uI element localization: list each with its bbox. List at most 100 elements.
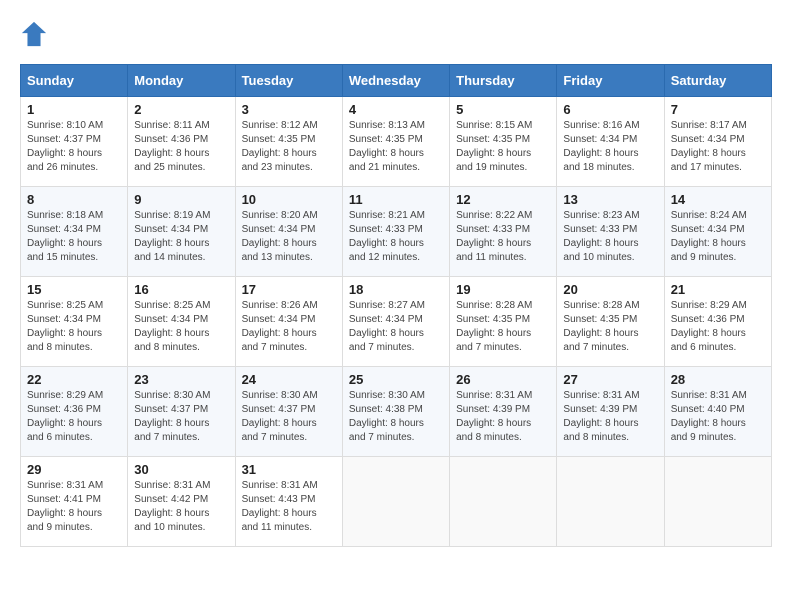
calendar-cell: 19 Sunrise: 8:28 AMSunset: 4:35 PMDaylig… xyxy=(450,277,557,367)
day-info: Sunrise: 8:16 AMSunset: 4:34 PMDaylight:… xyxy=(563,120,639,173)
day-number: 6 xyxy=(563,102,657,117)
calendar-cell: 25 Sunrise: 8:30 AMSunset: 4:38 PMDaylig… xyxy=(342,367,449,457)
day-info: Sunrise: 8:29 AMSunset: 4:36 PMDaylight:… xyxy=(27,390,103,443)
day-number: 9 xyxy=(134,192,228,207)
day-info: Sunrise: 8:21 AMSunset: 4:33 PMDaylight:… xyxy=(349,210,425,263)
day-info: Sunrise: 8:31 AMSunset: 4:39 PMDaylight:… xyxy=(563,390,639,443)
day-info: Sunrise: 8:31 AMSunset: 4:41 PMDaylight:… xyxy=(27,480,103,533)
day-info: Sunrise: 8:26 AMSunset: 4:34 PMDaylight:… xyxy=(242,300,318,353)
calendar-day-header: Friday xyxy=(557,65,664,97)
day-info: Sunrise: 8:11 AMSunset: 4:36 PMDaylight:… xyxy=(134,120,209,173)
calendar-cell: 21 Sunrise: 8:29 AMSunset: 4:36 PMDaylig… xyxy=(664,277,771,367)
day-number: 8 xyxy=(27,192,121,207)
day-info: Sunrise: 8:19 AMSunset: 4:34 PMDaylight:… xyxy=(134,210,210,263)
calendar-cell: 5 Sunrise: 8:15 AMSunset: 4:35 PMDayligh… xyxy=(450,97,557,187)
calendar-cell: 11 Sunrise: 8:21 AMSunset: 4:33 PMDaylig… xyxy=(342,187,449,277)
calendar-cell: 18 Sunrise: 8:27 AMSunset: 4:34 PMDaylig… xyxy=(342,277,449,367)
calendar-cell: 4 Sunrise: 8:13 AMSunset: 4:35 PMDayligh… xyxy=(342,97,449,187)
calendar-day-header: Tuesday xyxy=(235,65,342,97)
page-header xyxy=(20,20,772,48)
calendar-week-row: 1 Sunrise: 8:10 AMSunset: 4:37 PMDayligh… xyxy=(21,97,772,187)
logo-icon xyxy=(20,20,48,48)
day-number: 23 xyxy=(134,372,228,387)
day-number: 3 xyxy=(242,102,336,117)
calendar-cell: 3 Sunrise: 8:12 AMSunset: 4:35 PMDayligh… xyxy=(235,97,342,187)
calendar-day-header: Saturday xyxy=(664,65,771,97)
calendar-cell: 23 Sunrise: 8:30 AMSunset: 4:37 PMDaylig… xyxy=(128,367,235,457)
calendar-cell xyxy=(664,457,771,547)
calendar-week-row: 15 Sunrise: 8:25 AMSunset: 4:34 PMDaylig… xyxy=(21,277,772,367)
day-number: 16 xyxy=(134,282,228,297)
day-info: Sunrise: 8:27 AMSunset: 4:34 PMDaylight:… xyxy=(349,300,425,353)
day-info: Sunrise: 8:31 AMSunset: 4:39 PMDaylight:… xyxy=(456,390,532,443)
calendar-cell: 1 Sunrise: 8:10 AMSunset: 4:37 PMDayligh… xyxy=(21,97,128,187)
day-info: Sunrise: 8:30 AMSunset: 4:37 PMDaylight:… xyxy=(242,390,318,443)
day-info: Sunrise: 8:18 AMSunset: 4:34 PMDaylight:… xyxy=(27,210,103,263)
day-info: Sunrise: 8:31 AMSunset: 4:40 PMDaylight:… xyxy=(671,390,747,443)
day-number: 26 xyxy=(456,372,550,387)
calendar-cell: 30 Sunrise: 8:31 AMSunset: 4:42 PMDaylig… xyxy=(128,457,235,547)
day-number: 27 xyxy=(563,372,657,387)
day-info: Sunrise: 8:23 AMSunset: 4:33 PMDaylight:… xyxy=(563,210,639,263)
calendar-cell: 8 Sunrise: 8:18 AMSunset: 4:34 PMDayligh… xyxy=(21,187,128,277)
calendar-cell: 15 Sunrise: 8:25 AMSunset: 4:34 PMDaylig… xyxy=(21,277,128,367)
day-number: 15 xyxy=(27,282,121,297)
logo xyxy=(20,20,52,48)
day-info: Sunrise: 8:10 AMSunset: 4:37 PMDaylight:… xyxy=(27,120,103,173)
day-info: Sunrise: 8:20 AMSunset: 4:34 PMDaylight:… xyxy=(242,210,318,263)
day-number: 5 xyxy=(456,102,550,117)
calendar-cell: 7 Sunrise: 8:17 AMSunset: 4:34 PMDayligh… xyxy=(664,97,771,187)
day-number: 22 xyxy=(27,372,121,387)
calendar-day-header: Wednesday xyxy=(342,65,449,97)
calendar-cell: 12 Sunrise: 8:22 AMSunset: 4:33 PMDaylig… xyxy=(450,187,557,277)
day-info: Sunrise: 8:31 AMSunset: 4:42 PMDaylight:… xyxy=(134,480,210,533)
day-info: Sunrise: 8:13 AMSunset: 4:35 PMDaylight:… xyxy=(349,120,425,173)
day-info: Sunrise: 8:12 AMSunset: 4:35 PMDaylight:… xyxy=(242,120,318,173)
day-number: 24 xyxy=(242,372,336,387)
calendar-cell: 9 Sunrise: 8:19 AMSunset: 4:34 PMDayligh… xyxy=(128,187,235,277)
calendar-cell: 28 Sunrise: 8:31 AMSunset: 4:40 PMDaylig… xyxy=(664,367,771,457)
calendar-cell xyxy=(342,457,449,547)
calendar-cell: 27 Sunrise: 8:31 AMSunset: 4:39 PMDaylig… xyxy=(557,367,664,457)
calendar-day-header: Sunday xyxy=(21,65,128,97)
day-info: Sunrise: 8:15 AMSunset: 4:35 PMDaylight:… xyxy=(456,120,532,173)
calendar-cell xyxy=(557,457,664,547)
day-info: Sunrise: 8:17 AMSunset: 4:34 PMDaylight:… xyxy=(671,120,747,173)
day-number: 21 xyxy=(671,282,765,297)
day-number: 17 xyxy=(242,282,336,297)
day-number: 25 xyxy=(349,372,443,387)
day-info: Sunrise: 8:24 AMSunset: 4:34 PMDaylight:… xyxy=(671,210,747,263)
calendar-day-header: Monday xyxy=(128,65,235,97)
calendar-cell: 17 Sunrise: 8:26 AMSunset: 4:34 PMDaylig… xyxy=(235,277,342,367)
day-number: 28 xyxy=(671,372,765,387)
calendar-cell: 22 Sunrise: 8:29 AMSunset: 4:36 PMDaylig… xyxy=(21,367,128,457)
calendar-cell: 16 Sunrise: 8:25 AMSunset: 4:34 PMDaylig… xyxy=(128,277,235,367)
day-number: 7 xyxy=(671,102,765,117)
calendar-cell: 13 Sunrise: 8:23 AMSunset: 4:33 PMDaylig… xyxy=(557,187,664,277)
day-info: Sunrise: 8:29 AMSunset: 4:36 PMDaylight:… xyxy=(671,300,747,353)
day-info: Sunrise: 8:28 AMSunset: 4:35 PMDaylight:… xyxy=(456,300,532,353)
day-number: 31 xyxy=(242,462,336,477)
day-number: 1 xyxy=(27,102,121,117)
calendar-week-row: 29 Sunrise: 8:31 AMSunset: 4:41 PMDaylig… xyxy=(21,457,772,547)
calendar-header-row: SundayMondayTuesdayWednesdayThursdayFrid… xyxy=(21,65,772,97)
day-info: Sunrise: 8:25 AMSunset: 4:34 PMDaylight:… xyxy=(134,300,210,353)
day-info: Sunrise: 8:28 AMSunset: 4:35 PMDaylight:… xyxy=(563,300,639,353)
day-info: Sunrise: 8:25 AMSunset: 4:34 PMDaylight:… xyxy=(27,300,103,353)
day-info: Sunrise: 8:30 AMSunset: 4:38 PMDaylight:… xyxy=(349,390,425,443)
calendar-cell xyxy=(450,457,557,547)
day-number: 29 xyxy=(27,462,121,477)
day-number: 14 xyxy=(671,192,765,207)
day-number: 19 xyxy=(456,282,550,297)
day-number: 4 xyxy=(349,102,443,117)
calendar-week-row: 8 Sunrise: 8:18 AMSunset: 4:34 PMDayligh… xyxy=(21,187,772,277)
day-info: Sunrise: 8:22 AMSunset: 4:33 PMDaylight:… xyxy=(456,210,532,263)
calendar-day-header: Thursday xyxy=(450,65,557,97)
day-number: 11 xyxy=(349,192,443,207)
day-number: 2 xyxy=(134,102,228,117)
day-number: 13 xyxy=(563,192,657,207)
calendar-cell: 24 Sunrise: 8:30 AMSunset: 4:37 PMDaylig… xyxy=(235,367,342,457)
calendar-week-row: 22 Sunrise: 8:29 AMSunset: 4:36 PMDaylig… xyxy=(21,367,772,457)
calendar-cell: 14 Sunrise: 8:24 AMSunset: 4:34 PMDaylig… xyxy=(664,187,771,277)
calendar-cell: 20 Sunrise: 8:28 AMSunset: 4:35 PMDaylig… xyxy=(557,277,664,367)
